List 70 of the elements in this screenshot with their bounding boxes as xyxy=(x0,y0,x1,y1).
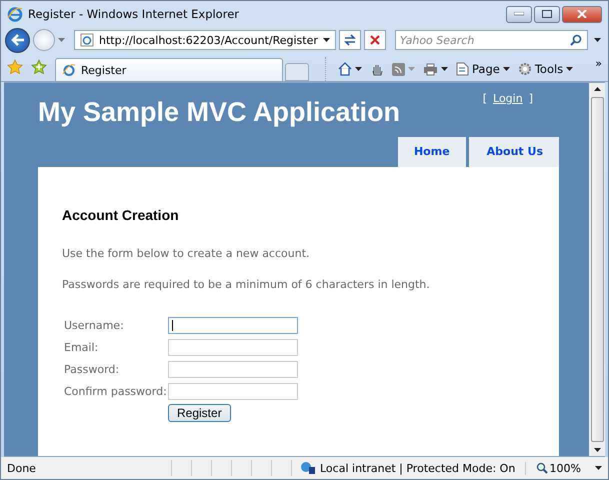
input-field[interactable] xyxy=(168,339,298,356)
print-button[interactable] xyxy=(421,62,450,76)
menu-tab[interactable]: About Us xyxy=(468,137,559,167)
dropdown-icon xyxy=(594,38,601,42)
zone-text: Local intranet | Protected Mode: On xyxy=(320,462,516,474)
dropdown-icon xyxy=(408,67,415,71)
search-field[interactable]: Yahoo Search xyxy=(394,30,588,50)
refresh-icon xyxy=(344,34,356,46)
maximize-button[interactable] xyxy=(534,6,560,22)
scrollbar[interactable] xyxy=(589,83,605,456)
menu-button[interactable]: Tools xyxy=(516,62,576,76)
back-arrow-icon xyxy=(10,34,24,46)
scroll-thumb[interactable] xyxy=(590,97,604,442)
refresh-button[interactable] xyxy=(338,30,361,50)
page-heading: Account Creation xyxy=(62,207,180,223)
window-title: Register - Windows Internet Explorer xyxy=(28,7,240,21)
dropdown-icon xyxy=(58,38,65,42)
dropdown-icon xyxy=(441,67,448,71)
dropdown-icon xyxy=(322,38,330,42)
search-icon[interactable] xyxy=(570,34,582,46)
menu-tab[interactable]: Home xyxy=(398,137,466,167)
magnifier-icon xyxy=(536,462,548,474)
menu-button[interactable]: Page xyxy=(454,62,512,76)
login-link[interactable]: Login xyxy=(493,92,523,105)
home-icon xyxy=(338,62,352,76)
stop-button[interactable] xyxy=(364,30,386,50)
maximize-icon xyxy=(542,10,552,18)
close-icon xyxy=(577,10,587,18)
register-button[interactable]: Register xyxy=(168,404,231,422)
input-field[interactable] xyxy=(168,317,298,334)
feed-icon xyxy=(392,62,405,76)
field-label: Username: xyxy=(64,319,125,332)
info-text: Passwords are required to be a minimum of 6 characters in length. xyxy=(62,278,431,291)
back-button[interactable] xyxy=(5,28,30,52)
url-text: http://localhost:62203/Account/Register xyxy=(99,34,318,46)
scroll-up-icon xyxy=(594,87,600,91)
scroll-down-icon xyxy=(594,448,600,452)
stop-icon xyxy=(370,35,380,45)
info-text: Use the form below to create a new account. xyxy=(62,247,311,260)
input-field[interactable] xyxy=(168,383,298,400)
browser-logo-icon xyxy=(7,6,23,22)
page-icon xyxy=(80,33,94,47)
bracket: ] xyxy=(528,92,533,105)
site-title: My Sample MVC Application xyxy=(38,97,400,128)
minimize-button[interactable] xyxy=(506,6,532,22)
page-icon xyxy=(62,63,76,77)
input-field[interactable] xyxy=(168,361,298,378)
field-label: Confirm password: xyxy=(64,385,168,398)
document-icon xyxy=(456,62,469,76)
browser-tab[interactable]: Register xyxy=(55,58,283,81)
field-label: Email: xyxy=(64,341,100,354)
dropdown-icon xyxy=(566,67,574,71)
settings-icon xyxy=(518,62,532,76)
status-text: Done xyxy=(7,462,37,474)
hand-icon xyxy=(370,62,384,76)
dropdown-icon xyxy=(355,67,362,71)
more-button[interactable]: » xyxy=(595,57,602,70)
address-bar[interactable]: http://localhost:62203/Account/Register xyxy=(74,30,336,50)
dropdown-icon xyxy=(595,466,602,470)
dropdown-icon xyxy=(502,67,510,71)
zoom-button[interactable]: 100% xyxy=(524,462,595,474)
minimize-icon xyxy=(514,12,524,16)
globe-icon xyxy=(300,461,316,475)
favorites-star-icon[interactable] xyxy=(7,59,23,75)
add-favorite-icon[interactable] xyxy=(31,59,47,75)
printer-icon xyxy=(423,62,438,76)
home-button[interactable] xyxy=(336,62,364,76)
close-button[interactable] xyxy=(562,6,602,22)
bracket: [ xyxy=(482,92,488,105)
field-label: Password: xyxy=(64,363,120,376)
